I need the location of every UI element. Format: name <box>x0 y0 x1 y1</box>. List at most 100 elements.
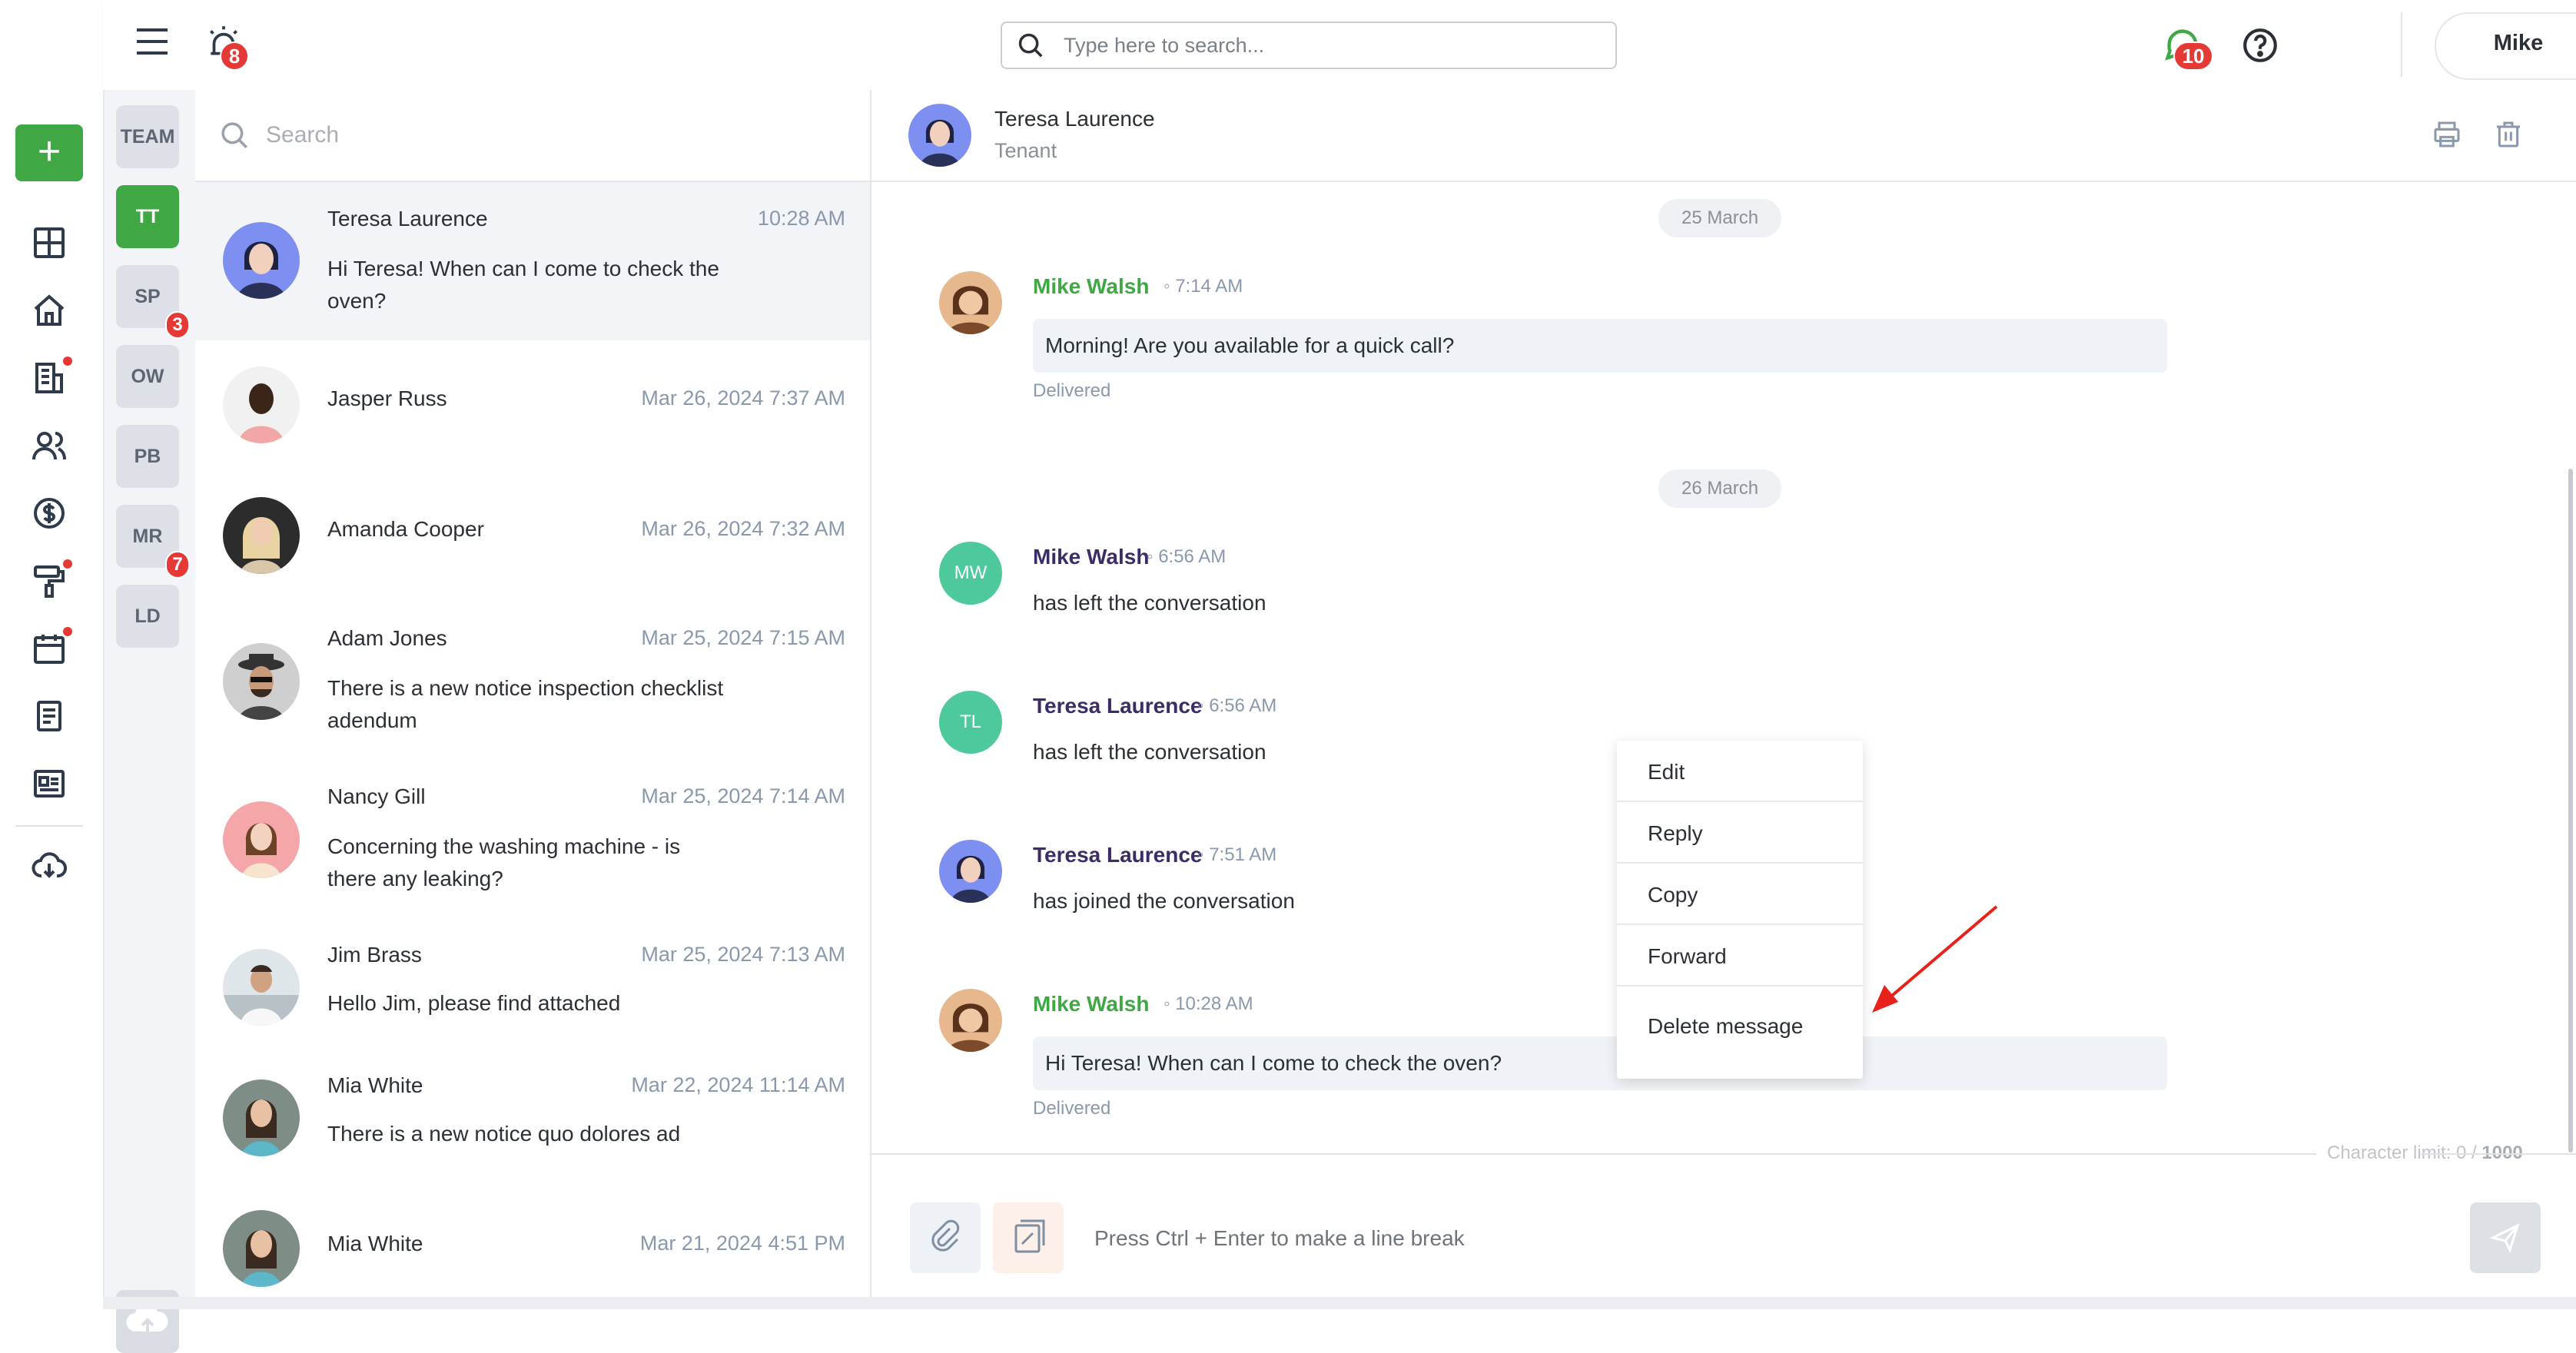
alarm-badge: 8 <box>220 41 249 71</box>
chat-header: Teresa Laurence Tenant <box>871 90 2576 182</box>
menu-item-delete-message[interactable]: Delete message <box>1617 988 1863 1065</box>
menu-item-reply[interactable]: Reply <box>1617 804 1863 864</box>
system-message: has joined the conversation <box>1033 889 1295 913</box>
group-mr[interactable]: MR 7 <box>116 505 190 579</box>
user-name: Mike <box>2493 31 2544 55</box>
news-icon[interactable] <box>31 765 68 802</box>
conversation-time: Mar 22, 2024 11:14 AM <box>631 1073 845 1096</box>
message-time: ◦ 7:14 AM <box>1164 276 1243 297</box>
send-button[interactable] <box>2470 1202 2541 1273</box>
group-team[interactable]: TEAM <box>116 105 179 168</box>
group-ow[interactable]: OW <box>116 345 179 408</box>
avatar <box>939 840 1002 903</box>
group-sp[interactable]: SP 3 <box>116 265 190 339</box>
conversation-search[interactable] <box>195 90 870 182</box>
conversation-time: Mar 25, 2024 7:13 AM <box>641 943 845 966</box>
add-button[interactable]: + <box>15 124 83 181</box>
message-author: Mike Walsh <box>1033 545 1150 569</box>
conversation-name: Amanda Cooper <box>327 517 484 541</box>
avatar <box>939 271 1002 334</box>
conversation-item[interactable]: Teresa Laurence 10:28 AM Hi Teresa! When… <box>195 182 870 342</box>
menu-item-edit[interactable]: Edit <box>1617 742 1863 802</box>
attach-button[interactable] <box>910 1202 981 1273</box>
date-separator: 26 March <box>1658 469 1782 508</box>
money-icon[interactable] <box>31 495 68 532</box>
app-sidebar: + <box>0 0 105 1309</box>
avatar <box>223 497 300 574</box>
trash-icon[interactable] <box>2493 119 2524 150</box>
conversation-search-input[interactable] <box>264 116 805 154</box>
avatar <box>223 801 300 878</box>
template-button[interactable] <box>993 1202 1064 1273</box>
message-time: ◦ 6:56 AM <box>1197 695 1277 716</box>
conversation-time: Mar 26, 2024 7:37 AM <box>641 386 845 410</box>
avatar <box>223 1079 300 1156</box>
hamburger-menu-icon[interactable] <box>135 26 171 57</box>
conversation-time: Mar 25, 2024 7:14 AM <box>641 784 845 807</box>
chat-contact-role: Tenant <box>994 139 1057 162</box>
avatar <box>939 989 1002 1052</box>
chat-scrollbar[interactable] <box>2568 469 2573 1152</box>
avatar <box>223 643 300 720</box>
message-input[interactable] <box>1093 1217 2448 1260</box>
message-author: Teresa Laurence <box>1033 694 1203 718</box>
group-sp-badge: 3 <box>165 311 190 339</box>
global-search[interactable] <box>1001 22 1617 69</box>
footer-bar <box>103 1297 2576 1309</box>
message-bubble[interactable]: Morning! Are you available for a quick c… <box>1033 319 2167 373</box>
message-time: ◦ 7:51 AM <box>1197 844 1277 865</box>
system-message: has left the conversation <box>1033 740 1266 764</box>
avatar: MW <box>939 542 1002 605</box>
sidebar-divider <box>15 825 83 827</box>
calendar-icon[interactable] <box>31 627 72 667</box>
conversation-item[interactable]: Nancy Gill Mar 25, 2024 7:14 AM Concerni… <box>195 761 870 923</box>
conversation-name: Mia White <box>327 1073 423 1097</box>
message-time: ◦ 10:28 AM <box>1164 993 1253 1014</box>
group-mr-badge: 7 <box>165 551 190 579</box>
conversation-preview: Hi Teresa! When can I come to check the … <box>327 257 719 313</box>
group-tt[interactable]: TT <box>116 185 179 248</box>
print-icon[interactable] <box>2432 119 2462 150</box>
chat-avatar[interactable] <box>908 104 971 167</box>
menu-item-copy[interactable]: Copy <box>1617 865 1863 925</box>
chat-notifications-icon[interactable]: 10 <box>2163 25 2213 71</box>
help-icon[interactable] <box>2241 26 2279 65</box>
document-icon[interactable] <box>31 698 68 735</box>
conversation-name: Jim Brass <box>327 943 422 967</box>
message-bubble[interactable]: Hi Teresa! When can I come to check the … <box>1033 1036 2167 1090</box>
paint-roller-icon[interactable] <box>31 559 72 599</box>
composer-divider-right <box>2421 1153 2576 1155</box>
conversation-item[interactable]: Mia White Mar 22, 2024 11:14 AM There is… <box>195 1052 870 1184</box>
chat-panel: Teresa Laurence Tenant 25 March Mike Wal… <box>871 90 2576 1309</box>
cloud-download-icon[interactable] <box>31 848 68 885</box>
search-icon <box>218 119 251 151</box>
user-menu[interactable]: Mike <box>2435 12 2576 80</box>
conversation-item[interactable]: Adam Jones Mar 25, 2024 7:15 AM There is… <box>195 602 870 763</box>
home-icon[interactable] <box>31 292 68 329</box>
group-ld[interactable]: LD <box>116 585 179 648</box>
avatar: TL <box>939 691 1002 754</box>
top-bar: 8 10 Mike <box>103 0 2576 91</box>
conversation-name: Mia White <box>327 1232 423 1255</box>
conversation-name: Jasper Russ <box>327 386 447 410</box>
conversation-time: 10:28 AM <box>757 207 845 230</box>
conversation-item[interactable]: Jim Brass Mar 25, 2024 7:13 AM Hello Jim… <box>195 921 870 1053</box>
dashboard-icon[interactable] <box>31 224 68 261</box>
building-icon[interactable] <box>31 356 72 396</box>
people-icon[interactable] <box>31 427 68 464</box>
alarm-icon[interactable]: 8 <box>204 23 249 71</box>
message-time: ◦ 6:56 AM <box>1147 546 1227 567</box>
menu-item-forward[interactable]: Forward <box>1617 927 1863 987</box>
group-column: TEAM TT SP 3 OW PB MR 7 LD <box>105 90 195 1353</box>
message-status: Delivered <box>1033 380 1111 401</box>
avatar <box>223 366 300 443</box>
message-context-menu: Edit Reply Copy Forward Delete message <box>1617 741 1863 1079</box>
system-message: has left the conversation <box>1033 591 1266 615</box>
group-pb[interactable]: PB <box>116 425 179 488</box>
conversation-item[interactable]: Amanda Cooper Mar 26, 2024 7:32 AM <box>195 471 870 603</box>
message-author: Mike Walsh <box>1033 274 1150 298</box>
conversation-item[interactable]: Mia White Mar 21, 2024 4:51 PM <box>195 1182 870 1309</box>
conversation-preview: Hello Jim, please find attached <box>327 991 621 1015</box>
conversation-item[interactable]: Jasper Russ Mar 26, 2024 7:37 AM <box>195 340 870 473</box>
global-search-input[interactable] <box>1062 28 1603 63</box>
